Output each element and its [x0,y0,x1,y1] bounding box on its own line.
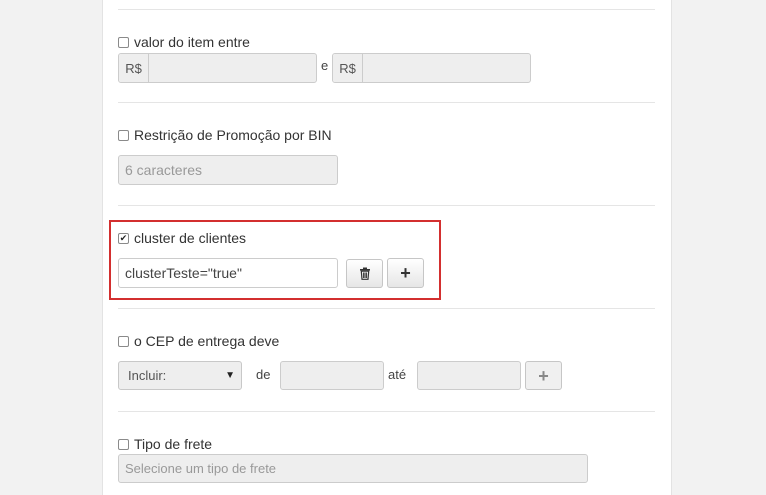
currency-prefix: R$ [333,54,363,82]
divider [118,411,655,412]
divider [118,9,655,10]
cep-from-input[interactable] [280,361,384,390]
caret-down-icon: ▼ [225,370,235,381]
from-word: de [256,367,271,382]
plus-icon: + [538,365,549,386]
value-range-label: valor do item entre [134,34,250,50]
shipping-checkbox[interactable] [118,438,129,450]
cep-checkbox[interactable] [118,335,129,347]
value-range-checkbox[interactable] [118,36,129,48]
highlight-box [109,220,441,300]
shipping-select[interactable]: Selecione um tipo de frete [118,454,588,483]
currency-prefix: R$ [119,54,149,82]
add-cep-button[interactable]: + [525,361,562,390]
between-word: e [321,58,329,73]
shipping-option[interactable]: Tipo de frete [118,436,212,452]
cep-mode-value: Incluir: [128,368,167,383]
shipping-placeholder: Selecione um tipo de frete [125,461,277,476]
bin-restriction-option[interactable]: Restrição de Promoção por BIN [118,127,332,143]
cep-label: o CEP de entrega deve [134,333,280,349]
divider [118,205,655,206]
cep-mode-select[interactable]: Incluir: ▼ [118,361,242,390]
to-word: até [388,367,407,382]
divider [118,308,655,309]
cep-option[interactable]: o CEP de entrega deve [118,333,279,349]
max-value-input[interactable]: R$ [332,53,531,83]
bin-restriction-label: Restrição de Promoção por BIN [134,127,332,143]
bin-input-placeholder: 6 caracteres [125,162,203,178]
shipping-label: Tipo de frete [134,436,213,452]
bin-restriction-checkbox[interactable] [118,129,129,141]
cep-to-input[interactable] [417,361,521,390]
min-value-input[interactable]: R$ [118,53,317,83]
value-range-option[interactable]: valor do item entre [118,34,250,50]
bin-input[interactable]: 6 caracteres [118,155,338,185]
divider [118,102,655,103]
